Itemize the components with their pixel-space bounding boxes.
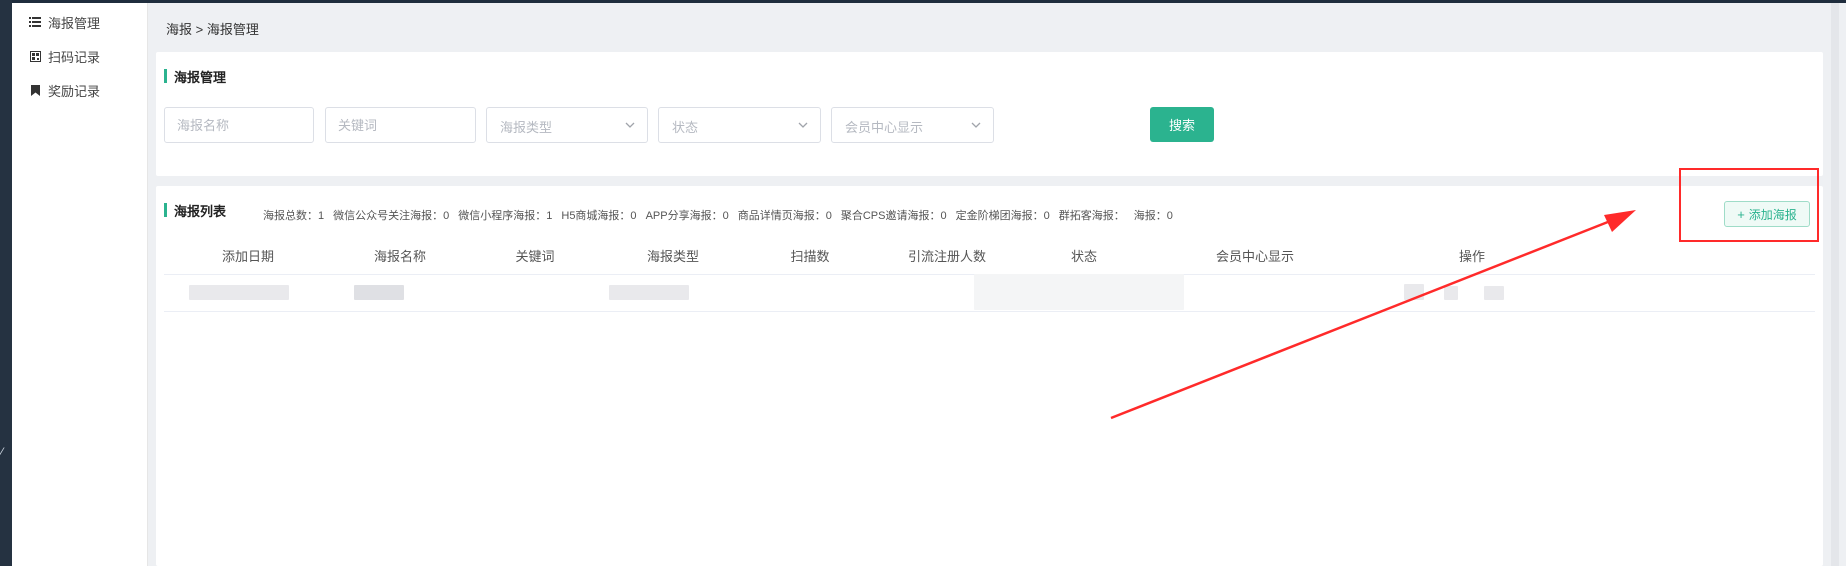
chevron-down-icon [625,122,635,128]
member-center-display-placeholder: 会员中心显示 [845,120,924,135]
sidebar-item-poster-management[interactable]: 海报管理 [28,12,100,32]
app-nav-strip: ⁄ [0,0,12,566]
list-icon [28,15,42,29]
chevron-down-icon [971,122,981,128]
column-header: 会员中心显示 [1215,249,1295,264]
column-header: 关键词 [515,249,555,264]
breadcrumb: 海报 > 海报管理 [166,19,259,38]
column-header: 扫描数 [790,249,830,264]
redacted-action-delete[interactable] [1484,286,1504,300]
member-center-display-select[interactable]: 会员中心显示 [831,107,994,143]
column-header: 引流注册人数 [907,249,987,264]
collapse-icon[interactable]: ⁄ [1,445,3,459]
filter-section-title: 海报管理 [164,67,226,86]
status-placeholder: 状态 [672,120,699,135]
redacted-poster-name [354,285,404,300]
stat-h5-mall: H5商城海报：0 [561,210,637,222]
table-row[interactable] [164,274,1815,312]
stat-wechat-official: 微信公众号关注海报：0 [333,210,450,222]
qrcode-icon [28,49,42,63]
keyword-field[interactable] [325,107,476,143]
plus-icon: + [1737,206,1745,222]
stat-deposit-tier-group: 定金阶梯团海报：0 [955,210,1050,222]
poster-name-input[interactable] [165,108,313,142]
redacted-status-area [974,274,1184,310]
search-button[interactable]: 搜索 [1150,107,1214,142]
sidebar-item-reward-records[interactable]: 奖励记录 [28,80,100,100]
stat-product-detail: 商品详情页海报：0 [737,210,832,222]
bookmark-icon [28,83,42,97]
chevron-down-icon [798,122,808,128]
redacted-action-view[interactable] [1444,286,1458,300]
stat-group-customer: 群拓客海报： [1058,210,1125,222]
scrollbar-track[interactable] [1831,3,1839,566]
poster-stats: 海报总数：1 微信公众号关注海报：0 微信小程序海报：1 H5商城海报：0 AP… [263,207,1173,223]
sidebar: 海报管理 扫码记录 奖励记录 [12,3,148,566]
add-poster-button[interactable]: + 添加海报 [1724,201,1810,227]
sidebar-item-label: 扫码记录 [48,49,101,65]
breadcrumb-separator: > [192,22,207,37]
sidebar-item-label: 海报管理 [48,15,101,31]
breadcrumb-current: 海报管理 [206,22,259,37]
list-section-title: 海报列表 [164,201,226,220]
stat-total: 海报总数：1 [263,210,325,222]
column-header: 操作 [1458,249,1486,264]
poster-type-select[interactable]: 海报类型 [486,107,648,143]
status-select[interactable]: 状态 [658,107,821,143]
redacted-action-edit[interactable] [1404,284,1424,300]
stat-wechat-miniprogram: 微信小程序海报：1 [458,210,553,222]
poster-type-placeholder: 海报类型 [500,120,553,135]
filter-panel: 海报管理 海报类型 状态 会员中心显示 搜索 [156,52,1823,176]
keyword-input[interactable] [326,108,475,142]
main-content: 海报 > 海报管理 海报管理 海报类型 状态 会员中心显示 搜索 海报列表 海报… [148,3,1825,566]
column-header: 添加日期 [221,249,275,264]
column-header: 海报名称 [373,249,427,264]
column-header: 状态 [1070,249,1098,264]
table-header: 添加日期 海报名称 关键词 海报类型 扫描数 引流注册人数 状态 会员中心显示 … [164,236,1815,275]
stat-poster: 海报：0 [1133,210,1173,222]
list-panel: 海报列表 海报总数：1 微信公众号关注海报：0 微信小程序海报：1 H5商城海报… [156,186,1823,566]
sidebar-item-scan-records[interactable]: 扫码记录 [28,46,100,66]
add-poster-label: 添加海报 [1748,207,1797,222]
stat-app-share: APP分享海报：0 [645,210,729,222]
page-scrollbar[interactable] [1825,3,1846,566]
stat-cps-invite: 聚合CPS邀请海报：0 [840,210,947,222]
sidebar-item-label: 奖励记录 [48,83,101,99]
redacted-date [189,285,289,300]
column-header: 海报类型 [646,249,700,264]
breadcrumb-parent[interactable]: 海报 [166,22,192,37]
poster-name-field[interactable] [164,107,314,143]
redacted-poster-type [609,285,689,300]
